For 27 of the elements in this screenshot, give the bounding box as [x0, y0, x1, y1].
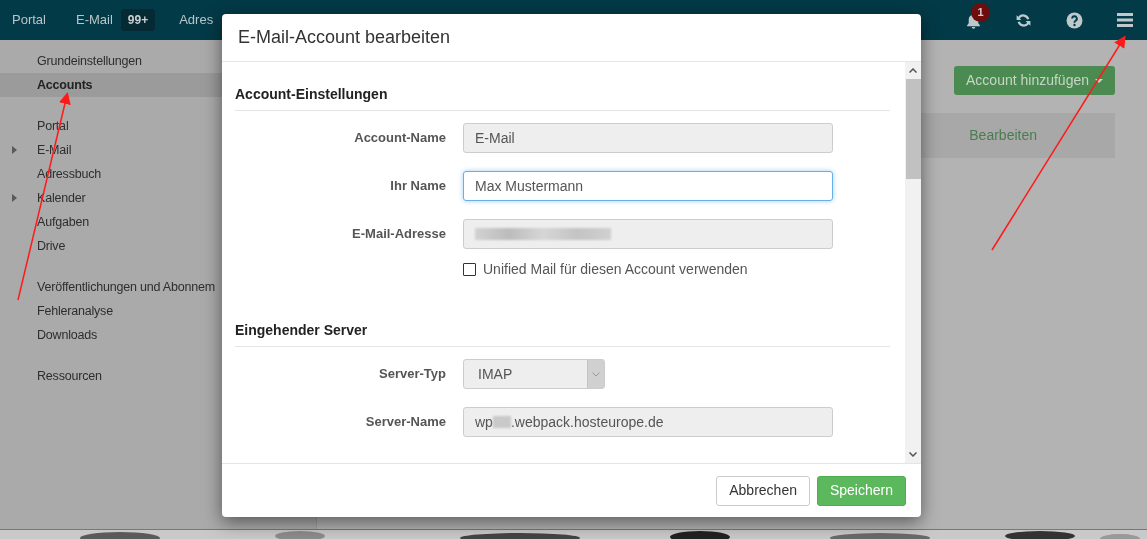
caret-icon[interactable] — [12, 146, 17, 154]
dialog-title: E-Mail-Account bearbeiten — [238, 26, 451, 49]
refresh-icon[interactable] — [1015, 11, 1032, 29]
field-label: Server-Name — [364, 413, 446, 432]
checkbox[interactable] — [463, 263, 476, 276]
field-label: Account-Name — [353, 129, 446, 148]
scrollbar-thumb[interactable] — [905, 79, 921, 179]
scrollbar[interactable] — [905, 62, 921, 463]
field-label: E-Mail-Adresse — [351, 225, 446, 244]
caret-icon[interactable] — [12, 194, 17, 202]
scroll-down-icon[interactable] — [909, 452, 917, 457]
cancel-button[interactable]: Abbrechen — [716, 475, 810, 506]
count-badge: 99+ — [120, 9, 156, 31]
checkbox-label: Unified Mail für diesen Account verwenden — [483, 260, 748, 279]
nav-link[interactable]: Adres — [179, 10, 214, 30]
section-heading: Account-Einstellungen — [235, 84, 890, 111]
scroll-up-icon[interactable] — [909, 68, 917, 73]
help-icon[interactable] — [1066, 11, 1083, 29]
notification-badge: 1 — [971, 3, 990, 22]
menu-icon[interactable] — [1117, 13, 1133, 27]
input-field[interactable]: Max Mustermann — [463, 171, 833, 201]
section-heading: Eingehender Server — [235, 320, 890, 347]
field-label: Ihr Name — [389, 177, 446, 196]
caret-icon — [1095, 78, 1103, 83]
nav-link[interactable]: E-Mail — [75, 10, 113, 30]
field-label: Server-Typ — [378, 365, 446, 384]
nav-link[interactable]: Portal — [12, 10, 46, 30]
